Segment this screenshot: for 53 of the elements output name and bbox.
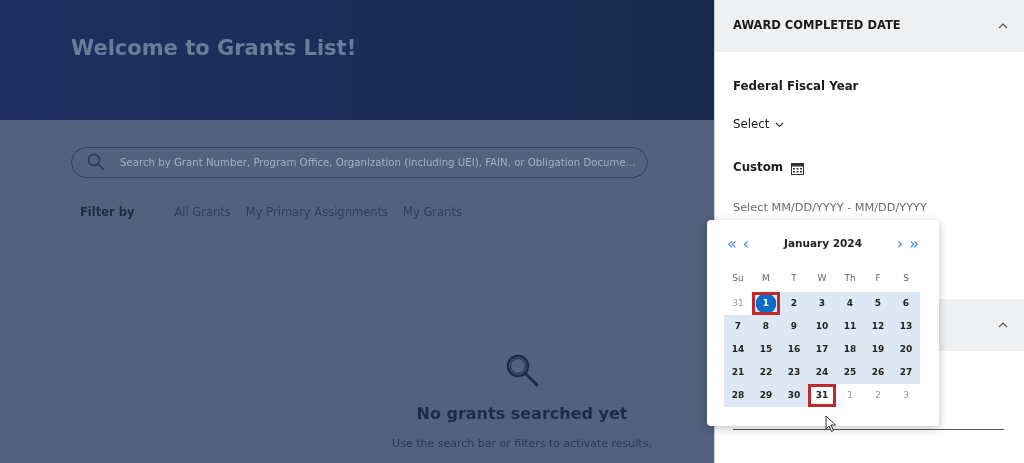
- calendar-day[interactable]: 5: [864, 292, 892, 315]
- calendar-day[interactable]: 25: [836, 361, 864, 384]
- month-title: January 2024: [782, 236, 863, 252]
- calendar-day[interactable]: 16: [780, 338, 808, 361]
- calendar-day[interactable]: 14: [724, 338, 752, 361]
- calendar-day[interactable]: 31: [808, 384, 836, 407]
- calendar-day[interactable]: 13: [892, 315, 920, 338]
- previous-year-button[interactable]: «: [724, 236, 740, 252]
- calendar-day[interactable]: 29: [752, 384, 780, 407]
- weekday-label: T: [790, 272, 798, 285]
- search-icon: [87, 153, 105, 171]
- calendar-day[interactable]: 17: [808, 338, 836, 361]
- calendar-day[interactable]: 30: [780, 384, 808, 407]
- calendar-day[interactable]: 10: [808, 315, 836, 338]
- weekday-label: Su: [731, 272, 745, 285]
- weekday-label: F: [874, 272, 882, 285]
- calendar-day[interactable]: 11: [836, 315, 864, 338]
- field-label: Federal Fiscal Year: [733, 78, 860, 95]
- chevron-down-icon: [775, 121, 785, 128]
- field-label: Custom: [733, 159, 784, 177]
- calendar-day[interactable]: 19: [864, 338, 892, 361]
- calendar-day[interactable]: 18: [836, 338, 864, 361]
- calendar-day[interactable]: 23: [780, 361, 808, 384]
- calendar-day[interactable]: 1: [752, 292, 780, 315]
- calendar-day[interactable]: 27: [892, 361, 920, 384]
- date-range-field[interactable]: Select MM/DD/YYYY - MM/DD/YYYY: [733, 200, 993, 217]
- calendar-day[interactable]: 24: [808, 361, 836, 384]
- weekday-label: Th: [843, 272, 857, 285]
- calendar-day[interactable]: 20: [892, 338, 920, 361]
- calendar-day[interactable]: 3: [808, 292, 836, 315]
- calendar-day[interactable]: 8: [752, 315, 780, 338]
- search-field[interactable]: Search by Grant Number, Program Office, Organization (including UEI), FAIN, or Obligation Docume...: [71, 147, 648, 178]
- calendar-day[interactable]: 4: [836, 292, 864, 315]
- previous-month-button[interactable]: ‹: [739, 236, 753, 252]
- calendar-day[interactable]: 2: [780, 292, 808, 315]
- calendar-day[interactable]: 22: [752, 361, 780, 384]
- calendar-day[interactable]: 21: [724, 361, 752, 384]
- weekday-label: S: [902, 272, 910, 285]
- calendar-day[interactable]: 12: [864, 315, 892, 338]
- calendar-day[interactable]: 26: [864, 361, 892, 384]
- weekday-label: W: [816, 272, 828, 285]
- calendar-day[interactable]: 28: [724, 384, 752, 407]
- fiscal-year-select[interactable]: Select: [733, 115, 785, 134]
- page-title: Welcome to Grants List!: [71, 36, 358, 62]
- section-header[interactable]: AWARD COMPLETED DATE: [715, 0, 1024, 52]
- next-year-button[interactable]: »: [906, 236, 922, 252]
- calendar-day[interactable]: 6: [892, 292, 920, 315]
- calendar-day[interactable]: 7: [724, 315, 752, 338]
- weekday-label: M: [761, 272, 771, 285]
- calendar-day[interactable]: 9: [780, 315, 808, 338]
- next-month-button[interactable]: ›: [893, 236, 907, 252]
- calendar-icon: [791, 161, 805, 175]
- calendar-day[interactable]: 15: [752, 338, 780, 361]
